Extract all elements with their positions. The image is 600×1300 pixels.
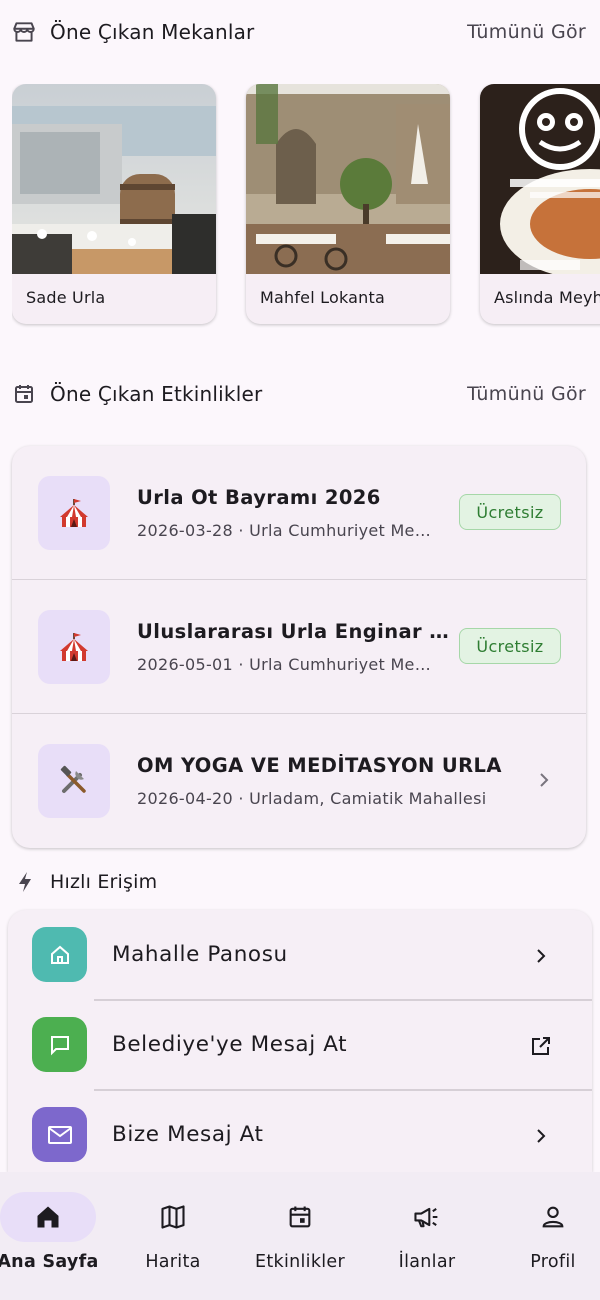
venue-name: Mahfel Lokanta xyxy=(260,288,385,307)
quick-access-label: Bize Mesaj At xyxy=(112,1122,264,1147)
circus-tent-icon xyxy=(38,476,110,550)
home-icon xyxy=(32,927,87,982)
event-row[interactable]: Uluslararası Urla Enginar Festivali 2026… xyxy=(12,580,586,714)
chat-icon xyxy=(32,1017,87,1072)
event-subtitle: 2026-04-20 · Urladam, Camiatik Mahallesi xyxy=(137,789,487,808)
home-icon xyxy=(0,1192,96,1242)
nav-item-home[interactable]: Ana Sayfa xyxy=(0,1172,108,1300)
circus-tent-icon xyxy=(38,610,110,684)
events-section-title: Öne Çıkan Etkinlikler xyxy=(50,382,263,406)
event-subtitle: 2026-05-01 · Urla Cumhuriyet Meydanı xyxy=(137,655,437,674)
event-title: Uluslararası Urla Enginar Festivali xyxy=(137,620,457,643)
nav-item-listings[interactable]: İlanlar xyxy=(367,1172,487,1300)
nav-label: İlanlar xyxy=(398,1252,456,1272)
tools-icon xyxy=(38,744,110,818)
calendar-icon xyxy=(10,380,38,408)
quick-access-item[interactable]: Belediye'ye Mesaj At xyxy=(8,1000,592,1090)
chevron-right-icon xyxy=(528,1123,554,1149)
venues-see-all-link[interactable]: Tümünü Gör xyxy=(467,21,586,43)
nav-item-map[interactable]: Harita xyxy=(113,1172,233,1300)
free-badge: Ücretsiz xyxy=(459,494,561,530)
event-subtitle: 2026-03-28 · Urla Cumhuriyet Meydanı xyxy=(137,521,437,540)
map-icon xyxy=(125,1192,221,1242)
events-see-all-link[interactable]: Tümünü Gör xyxy=(467,383,586,405)
bottom-navigation: Ana Sayfa Harita Etkinlikler İlanlar Pro… xyxy=(0,1172,600,1300)
quick-access-item[interactable]: Bize Mesaj At xyxy=(8,1090,592,1172)
quick-section-title: Hızlı Erişim xyxy=(50,871,158,893)
event-title: Urla Ot Bayramı 2026 xyxy=(137,486,381,509)
event-row[interactable]: OM YOGA VE MEDİTASYON URLA 2026-04-20 · … xyxy=(12,714,586,848)
venues-section-header: Öne Çıkan Mekanlar Tümünü Gör xyxy=(0,12,600,52)
venue-card[interactable]: Mahfel Lokanta xyxy=(246,84,450,324)
quick-access-label: Mahalle Panosu xyxy=(112,942,288,967)
chevron-right-icon xyxy=(532,768,556,792)
quick-access-item[interactable]: Mahalle Panosu xyxy=(8,910,592,1000)
event-row[interactable]: Urla Ot Bayramı 2026 2026-03-28 · Urla C… xyxy=(12,446,586,580)
nav-label: Etkinlikler xyxy=(255,1252,345,1272)
megaphone-icon xyxy=(379,1192,475,1242)
events-list: Urla Ot Bayramı 2026 2026-03-28 · Urla C… xyxy=(12,446,586,848)
nav-item-events[interactable]: Etkinlikler xyxy=(240,1172,360,1300)
nav-label: Harita xyxy=(145,1252,201,1272)
mail-icon xyxy=(32,1107,87,1162)
nav-item-profile[interactable]: Profil xyxy=(493,1172,600,1300)
chevron-right-icon xyxy=(528,943,554,969)
venues-carousel[interactable]: Sade Urla Mahfel Lokanta Aslında Meyh xyxy=(12,84,600,328)
bolt-icon xyxy=(14,868,36,896)
quick-access-list: Mahalle Panosu Belediye'ye Mesaj At Bize… xyxy=(8,910,592,1172)
person-icon xyxy=(505,1192,600,1242)
venue-name: Sade Urla xyxy=(26,288,106,307)
venue-name: Aslında Meyhane xyxy=(494,288,600,307)
event-title: OM YOGA VE MEDİTASYON URLA xyxy=(137,754,502,777)
storefront-icon xyxy=(10,18,38,46)
venue-card[interactable]: Aslında Meyhane xyxy=(480,84,600,324)
venue-photo xyxy=(12,84,216,274)
quick-access-label: Belediye'ye Mesaj At xyxy=(112,1032,348,1057)
venue-photo xyxy=(480,84,600,274)
nav-label: Ana Sayfa xyxy=(0,1252,99,1272)
free-badge: Ücretsiz xyxy=(459,628,561,664)
open-in-new-icon xyxy=(528,1033,554,1059)
venues-section-title: Öne Çıkan Mekanlar xyxy=(50,20,255,44)
nav-label: Profil xyxy=(530,1252,576,1272)
events-section-header: Öne Çıkan Etkinlikler Tümünü Gör xyxy=(0,374,600,414)
quick-section-header: Hızlı Erişim xyxy=(0,862,600,902)
venue-photo xyxy=(246,84,450,274)
calendar-icon xyxy=(252,1192,348,1242)
venue-card[interactable]: Sade Urla xyxy=(12,84,216,324)
